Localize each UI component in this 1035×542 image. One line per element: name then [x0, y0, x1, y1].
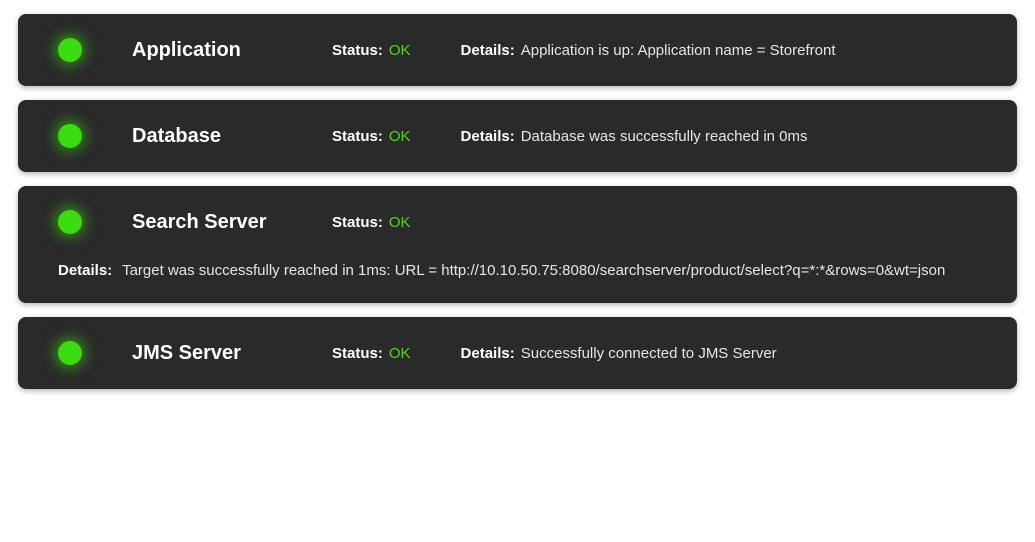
details-label: Details:: [461, 128, 515, 145]
status-label: Status:: [332, 42, 383, 59]
status-row: JMS Server Status: OK Details: Successfu…: [58, 341, 977, 365]
status-panel-search-server: Search Server Status: OK Details: Target…: [18, 186, 1017, 303]
component-name: Application: [132, 39, 332, 62]
status-value: OK: [389, 42, 411, 59]
status-dot-icon: [58, 341, 82, 365]
status-row: Search Server Status: OK: [58, 210, 977, 234]
status-label: Status:: [332, 214, 383, 231]
status-pair: Status: OK: [332, 345, 411, 362]
details-value: Application is up: Application name = St…: [521, 42, 836, 59]
component-name: Database: [132, 125, 332, 148]
status-dot-icon: [58, 38, 82, 62]
details-label: Details:: [461, 42, 515, 59]
status-row: Application Status: OK Details: Applicat…: [58, 38, 977, 62]
status-row: Database Status: OK Details: Database wa…: [58, 124, 977, 148]
status-label: Status:: [332, 345, 383, 362]
details-pair: Details: Application is up: Application …: [461, 42, 836, 59]
status-value: OK: [389, 128, 411, 145]
details-pair: Details: Successfully connected to JMS S…: [461, 345, 777, 362]
status-panel-database: Database Status: OK Details: Database wa…: [18, 100, 1017, 172]
status-dot-icon: [58, 124, 82, 148]
component-name: JMS Server: [132, 342, 332, 365]
details-value: Database was successfully reached in 0ms: [521, 128, 808, 145]
status-value: OK: [389, 345, 411, 362]
details-label: Details:: [58, 262, 112, 279]
status-panel-jms-server: JMS Server Status: OK Details: Successfu…: [18, 317, 1017, 389]
details-value: Target was successfully reached in 1ms: …: [122, 262, 945, 279]
details-pair: Details: Database was successfully reach…: [461, 128, 808, 145]
status-pair: Status: OK: [332, 128, 411, 145]
status-pair: Status: OK: [332, 214, 411, 231]
component-name: Search Server: [132, 211, 332, 234]
status-label: Status:: [332, 128, 383, 145]
status-value: OK: [389, 214, 411, 231]
status-dot-icon: [58, 210, 82, 234]
details-value: Successfully connected to JMS Server: [521, 345, 777, 362]
details-line: Details: Target was successfully reached…: [58, 262, 977, 279]
details-label: Details:: [461, 345, 515, 362]
status-panel-application: Application Status: OK Details: Applicat…: [18, 14, 1017, 86]
status-pair: Status: OK: [332, 42, 411, 59]
